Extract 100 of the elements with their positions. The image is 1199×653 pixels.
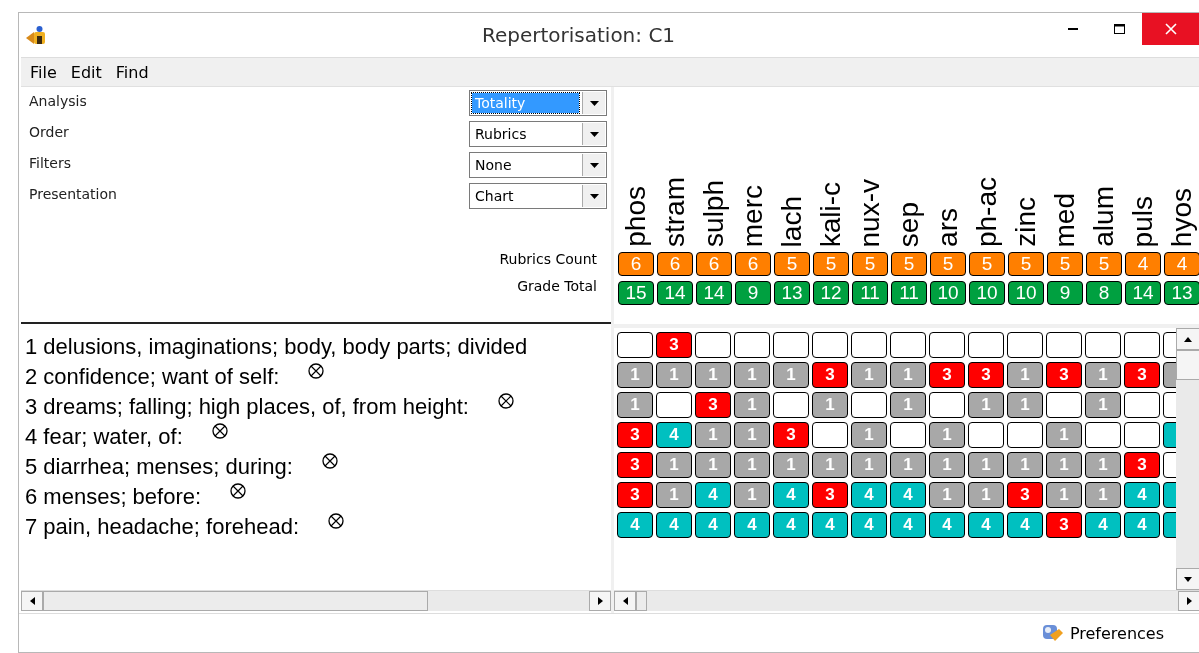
grade-cell: 3 (1007, 482, 1043, 508)
scrollbar[interactable] (614, 590, 1199, 611)
left-arrow-icon (622, 597, 628, 605)
app-icon (25, 25, 47, 45)
scroll-left-button[interactable] (614, 591, 636, 611)
remedy-name: sep (892, 201, 925, 247)
grade-cell: 1 (773, 452, 809, 478)
grade-cell: 1 (1085, 482, 1121, 508)
grade-cell: 4 (617, 512, 653, 538)
grade-cell: 1 (1046, 452, 1082, 478)
remedy-name: hyos (1165, 187, 1198, 247)
menu-item[interactable]: Find (115, 62, 149, 82)
grade-cell: 1 (929, 482, 965, 508)
window-title: Repertorisation: C1 (480, 23, 677, 47)
maximize-icon (1113, 24, 1125, 34)
grade-cell: 4 (1085, 512, 1121, 538)
scroll-right-button[interactable] (1178, 591, 1199, 611)
remedy-name: alum (1087, 186, 1120, 247)
grade-cell: 1 (734, 482, 770, 508)
scrollbar-thumb[interactable] (1176, 350, 1199, 380)
rubric-text[interactable]: 4 fear; water, of: (25, 422, 183, 452)
close-icon (1165, 23, 1177, 35)
crossed-circle-icon (320, 452, 339, 470)
crossed-circle-icon (210, 422, 229, 440)
grade-total: 15 (618, 281, 654, 305)
scrollbar-thumb[interactable] (636, 591, 647, 611)
grade-total: 14 (696, 281, 732, 305)
grade-total: 9 (735, 281, 771, 305)
grade-cell: 4 (656, 422, 692, 448)
dropdown[interactable]: Rubrics (469, 121, 607, 147)
remedy-name: phos (619, 186, 652, 247)
grade-cell: 1 (968, 452, 1004, 478)
grade-cell: 4 (851, 512, 887, 538)
rubric-text[interactable]: 7 pain, headache; forehead: (25, 512, 299, 542)
remedy-name: ars (931, 208, 964, 247)
rubric-text[interactable]: 6 menses; before: (25, 482, 202, 512)
grade-cell: 3 (1124, 452, 1160, 478)
grade-cell: 1 (734, 362, 770, 388)
grade-cell: 1 (1046, 422, 1082, 448)
menu-item[interactable]: File (30, 62, 57, 82)
grade-cell: 3 (656, 332, 692, 358)
scroll-up-button[interactable] (1176, 328, 1199, 350)
remedy-name: lach (775, 195, 808, 247)
dropdown[interactable]: None (469, 152, 607, 178)
grade-cell: 1 (773, 362, 809, 388)
rubric-text[interactable]: 3 dreams; falling; high places, of, from height: (25, 392, 469, 422)
grade-cell: 3 (617, 452, 653, 478)
grade-total: 14 (1125, 281, 1161, 305)
rubric-text[interactable]: 2 confidence; want of self: (25, 362, 280, 392)
grade-cell: 3 (1046, 512, 1082, 538)
grade-cell: 3 (1046, 362, 1082, 388)
grade-cell: 3 (812, 482, 848, 508)
grade-total: 10 (969, 281, 1005, 305)
grade-cell: 1 (1046, 482, 1082, 508)
rubrics-count: 4 (1164, 252, 1199, 276)
grade-total: 13 (1164, 281, 1199, 305)
rubric-text[interactable]: 1 delusions, imaginations; body, body parts; divided (25, 332, 528, 362)
scroll-left-button[interactable] (21, 591, 43, 611)
grade-cell: 1 (890, 362, 926, 388)
row-label: Grade Total (517, 278, 597, 294)
setting-label: Filters (29, 154, 71, 171)
preferences-button[interactable]: Preferences (1041, 623, 1164, 643)
grade-cell: 3 (773, 422, 809, 448)
menu-item[interactable]: Edit (70, 62, 102, 82)
rubrics-count: 5 (969, 252, 1005, 276)
rubric-text[interactable]: 5 diarrhea; menses; during: (25, 452, 293, 482)
grade-cell: 1 (968, 392, 1004, 418)
grade-cell: 4 (1124, 512, 1160, 538)
scroll-down-button[interactable] (1176, 568, 1199, 590)
grade-cell: 1 (968, 482, 1004, 508)
dropdown-arrow-icon (589, 100, 599, 106)
scrollbar-thumb[interactable] (43, 591, 428, 611)
grade-cell: 4 (812, 512, 848, 538)
scroll-right-button[interactable] (589, 591, 611, 611)
dropdown-arrow-icon (589, 193, 599, 199)
grade-cell: 1 (734, 452, 770, 478)
grade-cell: 1 (851, 452, 887, 478)
grade-cell: 4 (695, 512, 731, 538)
scrollbar[interactable] (21, 590, 611, 611)
rubrics-count: 5 (813, 252, 849, 276)
grade-cell: 4 (773, 482, 809, 508)
grade-cell: 4 (929, 512, 965, 538)
grade-cell: 1 (656, 362, 692, 388)
grade-cell: 3 (695, 392, 731, 418)
grade-cell: 1 (695, 422, 731, 448)
remedy-name: ph-ac (970, 176, 1003, 247)
dropdown-arrow-icon (589, 162, 599, 168)
right-arrow-icon (1186, 597, 1192, 605)
remedy-name: med (1048, 192, 1081, 247)
rubrics-count: 5 (1008, 252, 1044, 276)
setting-label: Order (29, 123, 69, 140)
grade-cell: 3 (812, 362, 848, 388)
dropdown[interactable]: Chart (469, 183, 607, 209)
rubrics-count: 5 (774, 252, 810, 276)
scrollbar[interactable] (1176, 328, 1199, 590)
tools-icon (1041, 623, 1064, 643)
grade-cell: 4 (851, 482, 887, 508)
grade-cell: 4 (1007, 512, 1043, 538)
rubrics-count: 5 (891, 252, 927, 276)
grade-cell: 3 (968, 362, 1004, 388)
